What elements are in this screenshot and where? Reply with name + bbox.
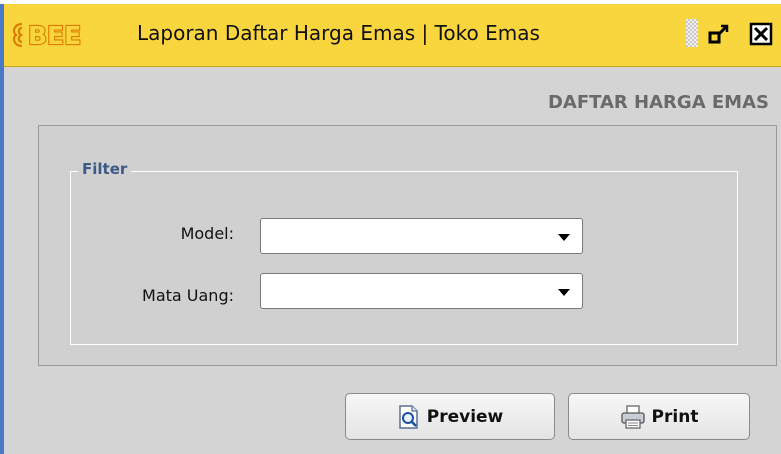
- close-button[interactable]: [748, 21, 774, 47]
- printer-icon: [620, 404, 646, 429]
- filter-legend: Filter: [78, 160, 132, 178]
- print-button-label: Print: [651, 406, 699, 427]
- currency-select[interactable]: [260, 273, 583, 309]
- filter-fieldset: [70, 171, 738, 345]
- bee-logo: BEE: [12, 20, 82, 50]
- svg-text:BEE: BEE: [28, 21, 81, 50]
- preview-magnifier-icon: [397, 404, 421, 430]
- restore-down-icon: [708, 24, 729, 44]
- restore-down-button[interactable]: [706, 21, 732, 47]
- close-icon: [749, 22, 773, 46]
- titlebar: BEE Laporan Daftar Harga Emas | Toko Ema…: [4, 4, 781, 67]
- print-button[interactable]: Print: [568, 393, 750, 440]
- currency-label: Mata Uang:: [142, 286, 234, 305]
- chevron-down-icon: [558, 289, 570, 296]
- report-title: DAFTAR HARGA EMAS: [547, 92, 769, 113]
- model-label: Model:: [180, 224, 234, 243]
- model-select[interactable]: [260, 218, 583, 254]
- chevron-down-icon: [558, 234, 570, 241]
- titlebar-grip[interactable]: [686, 19, 698, 47]
- preview-button[interactable]: Preview: [345, 393, 555, 440]
- preview-button-label: Preview: [426, 406, 504, 427]
- window-title: Laporan Daftar Harga Emas | Toko Emas: [137, 21, 540, 45]
